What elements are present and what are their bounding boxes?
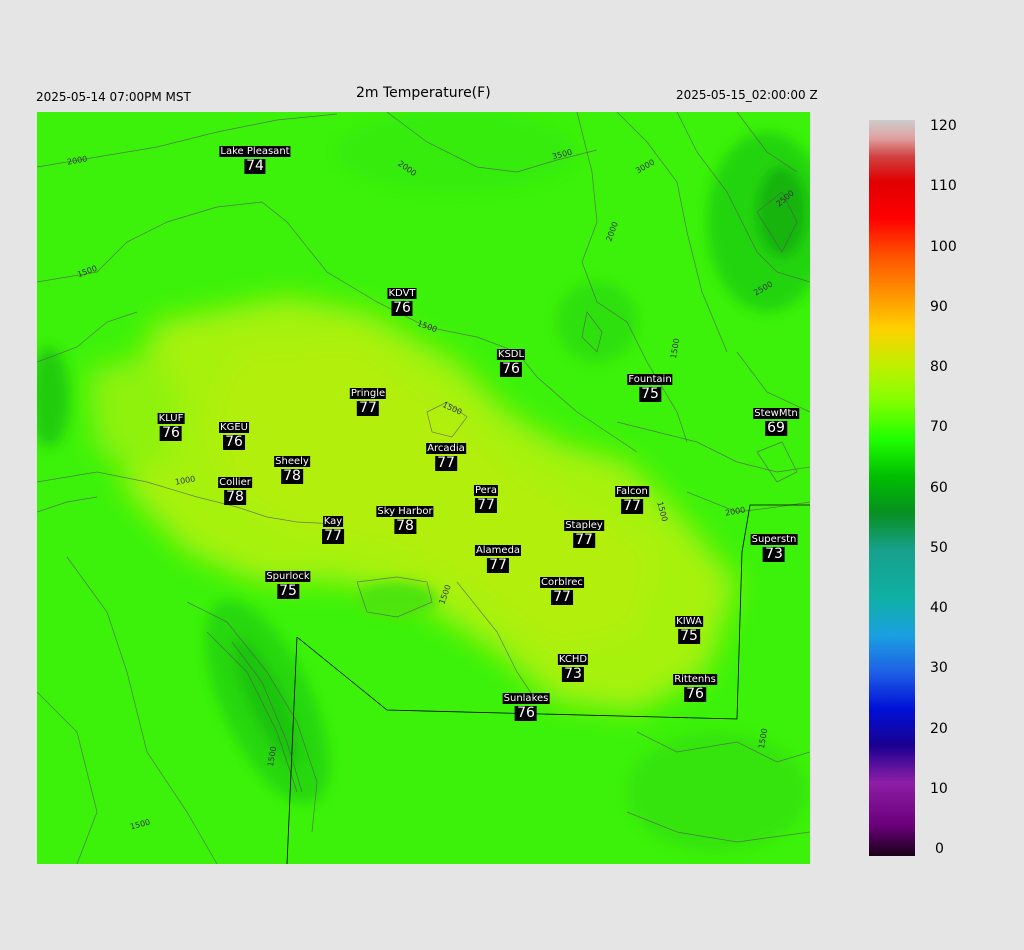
station-marker[interactable]: KLUF 76 — [157, 406, 185, 441]
temperature-colorbar — [869, 120, 915, 856]
station-marker[interactable]: StewMtn 69 — [753, 401, 799, 436]
station-name: Sky Harbor — [376, 506, 434, 517]
station-name: Collier — [218, 477, 252, 488]
station-name: Spurlock — [265, 571, 311, 582]
station-name: Stapley — [564, 520, 604, 531]
colorbar-tick: 50 — [930, 540, 948, 556]
station-value: 73 — [562, 666, 584, 682]
station-marker[interactable]: KIWA 75 — [675, 609, 703, 644]
valid-time-local: 2025-05-14 07:00PM MST — [36, 90, 191, 104]
station-value: 74 — [244, 158, 266, 174]
station-name: Kay — [322, 516, 344, 527]
colorbar-tick: 80 — [930, 359, 948, 375]
station-value: 75 — [678, 628, 700, 644]
valid-time-utc: 2025-05-15_02:00:00 Z — [676, 88, 818, 102]
station-value: 75 — [639, 386, 661, 402]
station-value: 76 — [391, 300, 413, 316]
station-name: KCHD — [557, 654, 589, 665]
station-marker[interactable]: Sheely 78 — [274, 449, 310, 484]
station-name: Falcon — [615, 486, 649, 497]
station-marker[interactable]: Kay 77 — [322, 509, 344, 544]
station-value: 77 — [551, 589, 573, 605]
station-name: KGEU — [219, 422, 249, 433]
station-name: Rittenhs — [673, 674, 717, 685]
station-marker[interactable]: Alameda 77 — [474, 538, 522, 573]
colorbar-tick: 70 — [930, 419, 948, 435]
station-value: 78 — [394, 518, 416, 534]
map-title: 2m Temperature(F) — [356, 85, 491, 101]
station-value: 75 — [277, 583, 299, 599]
station-marker[interactable]: Collier 78 — [218, 470, 252, 505]
colorbar-tick: 60 — [930, 480, 948, 496]
colorbar-tick: 10 — [930, 781, 948, 797]
station-name: Sunlakes — [502, 693, 550, 704]
station-name: Corblrec — [540, 577, 584, 588]
station-name: Alameda — [474, 545, 522, 556]
station-marker[interactable]: Superstn 73 — [750, 527, 798, 562]
station-value: 77 — [621, 498, 643, 514]
station-name: KDVT — [387, 288, 417, 299]
station-value: 76 — [500, 361, 522, 377]
station-value: 73 — [763, 546, 785, 562]
station-name: Fountain — [627, 374, 673, 385]
station-value: 77 — [357, 400, 379, 416]
station-value: 76 — [160, 425, 182, 441]
station-name: Lake Pleasant — [219, 146, 291, 157]
station-name: Arcadia — [426, 443, 466, 454]
station-value: 76 — [223, 434, 245, 450]
station-marker[interactable]: Falcon 77 — [615, 479, 649, 514]
colorbar-tick: 40 — [930, 600, 948, 616]
map-field — [37, 112, 810, 864]
station-name: Pringle — [349, 388, 387, 399]
temperature-map[interactable]: 2000 2000 1500 1500 1500 1500 1500 1000 … — [37, 112, 810, 864]
station-value: 69 — [765, 420, 787, 436]
station-value: 77 — [435, 455, 457, 471]
colorbar-tick: 90 — [930, 299, 948, 315]
station-name: Superstn — [750, 534, 798, 545]
station-marker[interactable]: KSDL 76 — [496, 342, 526, 377]
station-name: KSDL — [496, 349, 526, 360]
station-marker[interactable]: Fountain 75 — [627, 367, 673, 402]
station-marker[interactable]: KCHD 73 — [557, 647, 589, 682]
station-value: 77 — [487, 557, 509, 573]
station-name: KIWA — [675, 616, 703, 627]
station-value: 76 — [515, 705, 537, 721]
station-name: StewMtn — [753, 408, 799, 419]
station-value: 77 — [322, 528, 344, 544]
colorbar-tick: 110 — [930, 178, 957, 194]
station-value: 76 — [684, 686, 706, 702]
station-value: 77 — [573, 532, 595, 548]
station-marker[interactable]: Lake Pleasant 74 — [219, 139, 291, 174]
station-value: 77 — [475, 497, 497, 513]
station-value: 78 — [224, 489, 246, 505]
station-name: KLUF — [157, 413, 185, 424]
station-marker[interactable]: Corblrec 77 — [540, 570, 584, 605]
station-marker[interactable]: Arcadia 77 — [426, 436, 466, 471]
station-value: 78 — [281, 468, 303, 484]
station-marker[interactable]: KGEU 76 — [219, 415, 249, 450]
station-marker[interactable]: Pringle 77 — [349, 381, 387, 416]
colorbar-tick: 0 — [935, 841, 944, 857]
station-marker[interactable]: Sunlakes 76 — [502, 686, 550, 721]
colorbar-tick: 30 — [930, 660, 948, 676]
station-name: Pera — [473, 485, 499, 496]
colorbar-tick: 100 — [930, 239, 957, 255]
station-marker[interactable]: KDVT 76 — [387, 281, 417, 316]
station-name: Sheely — [274, 456, 310, 467]
station-marker[interactable]: Stapley 77 — [564, 513, 604, 548]
station-marker[interactable]: Sky Harbor 78 — [376, 499, 434, 534]
colorbar-tick: 120 — [930, 118, 957, 134]
station-marker[interactable]: Pera 77 — [473, 478, 499, 513]
colorbar-tick: 20 — [930, 721, 948, 737]
station-marker[interactable]: Spurlock 75 — [265, 564, 311, 599]
station-marker[interactable]: Rittenhs 76 — [673, 667, 717, 702]
